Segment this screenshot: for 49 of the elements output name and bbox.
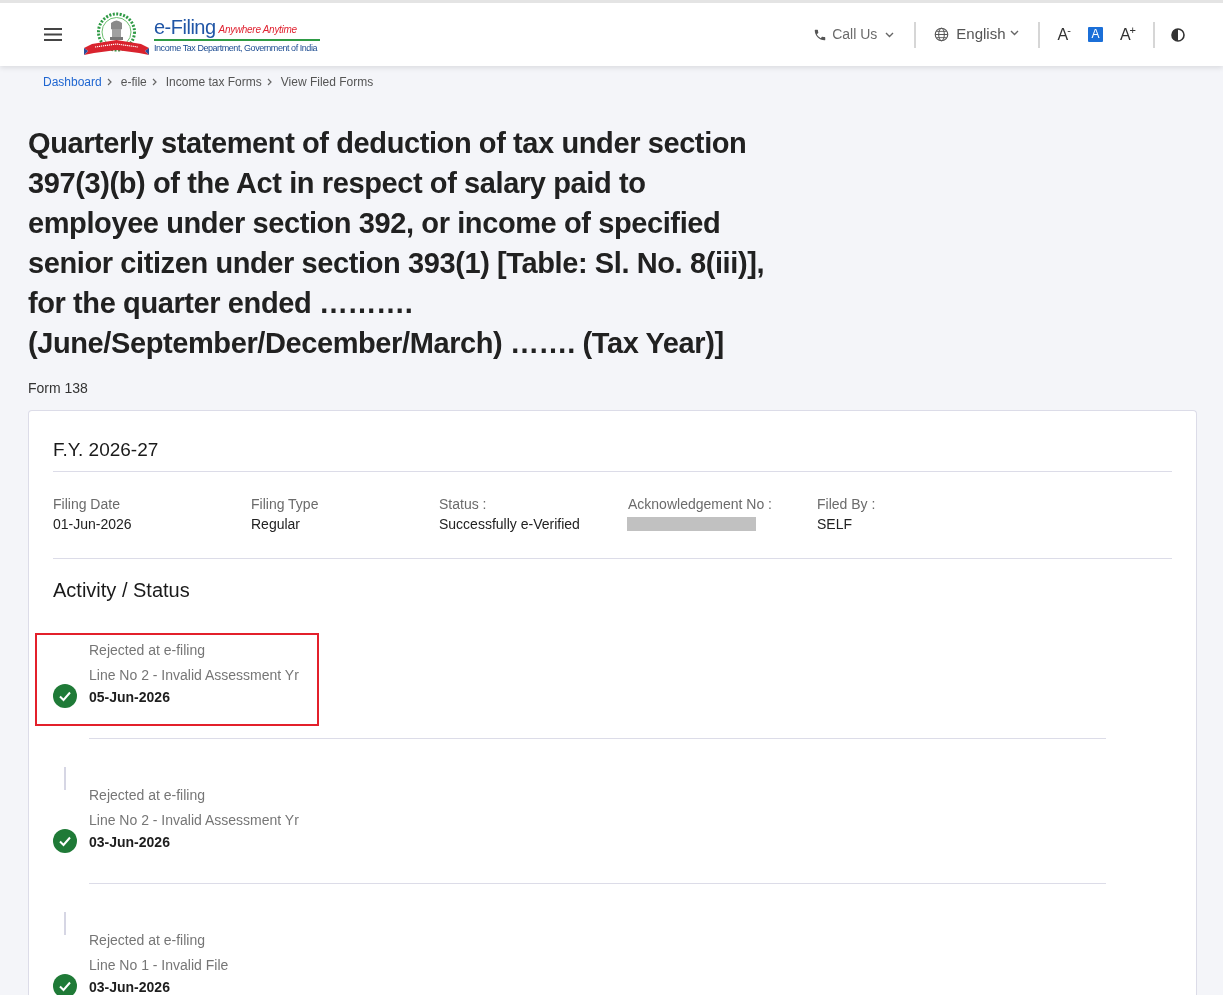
breadcrumb-link[interactable]: e-file xyxy=(120,74,147,90)
field-label: Status : xyxy=(439,495,487,514)
field-value: 01-Jun-2026 xyxy=(53,515,132,534)
breadcrumb-link[interactable]: View Filed Forms xyxy=(280,74,374,90)
logo-title: e-Filing xyxy=(154,15,216,38)
activity-detail: Line No 1 - Invalid File xyxy=(89,956,229,975)
logo-tagline: Anywhere Anytime xyxy=(218,22,297,37)
activity-detail: Line No 2 - Invalid Assessment Yr xyxy=(89,666,299,685)
field-value: SELF xyxy=(817,515,852,534)
call-us-button[interactable]: Call Us xyxy=(813,24,895,45)
field-label: Acknowledgement No : xyxy=(628,495,772,514)
check-circle-icon xyxy=(53,829,77,853)
breadcrumb-link[interactable]: Income tax Forms xyxy=(165,74,262,90)
breadcrumb-link[interactable]: Dashboard xyxy=(43,74,102,90)
form-number: Form 138 xyxy=(28,379,88,398)
field-value: Successfully e-Verified xyxy=(439,515,580,534)
activity-date: 03-Jun-2026 xyxy=(89,833,170,852)
phone-icon xyxy=(813,27,828,42)
chevron-right-icon xyxy=(151,78,157,86)
field-label: Filing Type xyxy=(251,495,319,514)
chevron-right-icon xyxy=(106,78,112,86)
timeline-connector xyxy=(64,767,66,790)
chevron-down-icon xyxy=(885,31,895,38)
font-size-button[interactable]: A$^{-}$ xyxy=(1057,25,1071,44)
activity-status: Rejected at e-filing xyxy=(89,641,205,660)
menu-icon xyxy=(44,28,62,41)
chevron-down-icon xyxy=(1009,29,1019,36)
chevron-right-icon xyxy=(266,78,272,86)
check-circle-icon xyxy=(53,684,77,708)
page-title: Quarterly statement of deduction of tax under section 397(3)(b) of the Act in respect of salary paid to employee under section 392, or income of specified senior citizen under section 393(1) [Table: Sl. No. 8(iii)], for the quarter ended ………. (June/September/December/March) ……. (Tax Year)] xyxy=(28,126,766,361)
activity-date: 05-Jun-2026 xyxy=(89,688,170,707)
language-button[interactable]: English xyxy=(934,23,1019,46)
font-size-button[interactable]: A xyxy=(1087,27,1103,42)
activity-detail: Line No 2 - Invalid Assessment Yr xyxy=(89,811,299,830)
fiscal-year-heading: F.Y. 2026-27 xyxy=(53,438,160,462)
field-label: Filing Date xyxy=(53,495,120,514)
contrast-icon xyxy=(1171,27,1185,42)
activity-date: 03-Jun-2026 xyxy=(89,978,170,995)
font-size-button[interactable]: A$^{+}$ xyxy=(1119,25,1136,44)
timeline-connector xyxy=(64,912,66,935)
contrast-button[interactable] xyxy=(1171,27,1185,42)
activity-status: Rejected at e-filing xyxy=(89,786,205,805)
activity-heading: Activity / Status xyxy=(53,578,190,603)
field-value: Regular xyxy=(251,515,301,534)
menu-button[interactable] xyxy=(44,28,62,41)
logo-subtitle: Income Tax Department, Government of India xyxy=(154,41,319,54)
field-label: Filed By : xyxy=(817,495,876,514)
globe-icon xyxy=(934,27,950,42)
activity-status: Rejected at e-filing xyxy=(89,931,205,950)
